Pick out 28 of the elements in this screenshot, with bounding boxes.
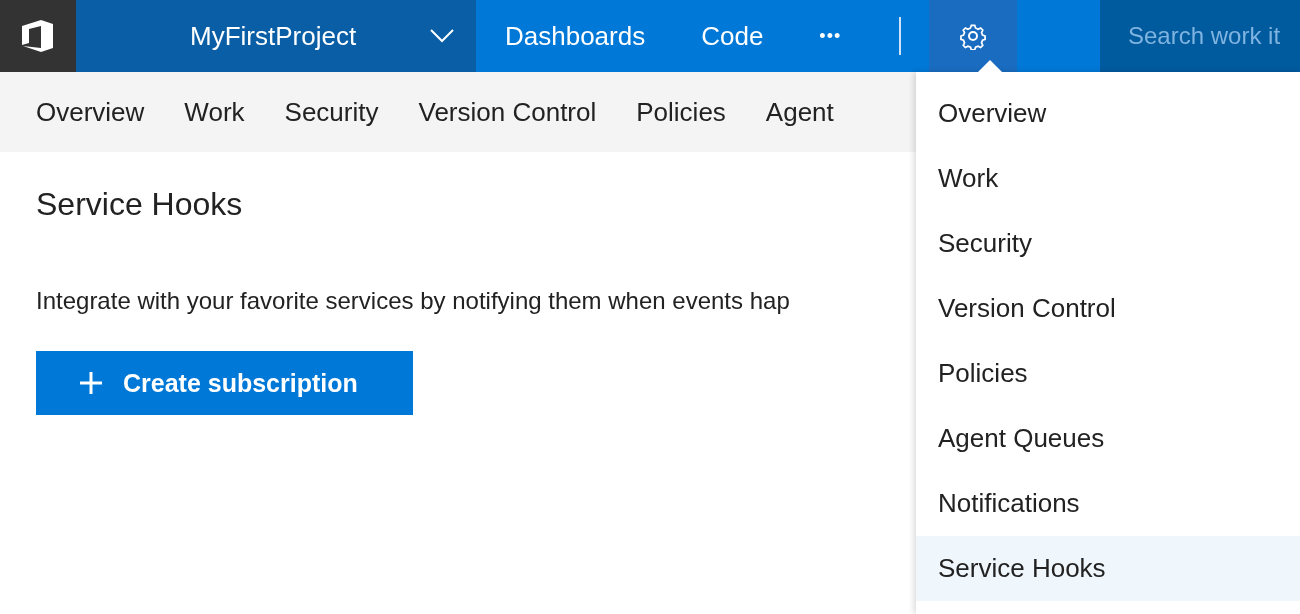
page-title: Service Hooks	[36, 186, 244, 223]
menu-item[interactable]: Overview	[916, 81, 1300, 146]
settings-button[interactable]	[929, 0, 1018, 72]
sub-nav-tab[interactable]: Policies	[636, 96, 726, 128]
search-field[interactable]: Search work it	[1100, 0, 1300, 72]
plus-icon	[79, 371, 103, 395]
menu-item[interactable]: Service Hooks	[916, 536, 1300, 601]
menu-item[interactable]: Security	[916, 211, 1300, 276]
project-selector[interactable]: MyFirstProject	[76, 0, 476, 72]
sub-nav-tab[interactable]: Work	[184, 96, 245, 128]
logo-tile[interactable]	[0, 0, 76, 72]
menu-item[interactable]: Version Control	[916, 276, 1300, 341]
chevron-down-icon	[430, 29, 454, 43]
menu-item[interactable]: Policies	[916, 341, 1300, 406]
more-button[interactable]: •••	[819, 25, 842, 47]
nav-link[interactable]: Code	[701, 20, 764, 52]
menu-item[interactable]: Notifications	[916, 471, 1300, 536]
create-subscription-button[interactable]: Create subscription	[36, 351, 413, 415]
settings-icon	[959, 22, 988, 50]
description-text: Integrate with your favorite services by notifying them when events hap	[36, 287, 790, 315]
sub-nav-tab[interactable]: Security	[284, 96, 379, 128]
sub-nav-tab[interactable]: Overview	[36, 96, 145, 128]
sub-nav-tab[interactable]: Agent	[765, 96, 834, 128]
project-name: MyFirstProject	[190, 20, 357, 52]
nav-link[interactable]: Dashboards	[505, 20, 646, 52]
menu-item[interactable]: Agent Queues	[916, 406, 1300, 471]
sub-nav-tab[interactable]: Version Control	[418, 96, 597, 128]
menu-item[interactable]: Work	[916, 146, 1300, 211]
